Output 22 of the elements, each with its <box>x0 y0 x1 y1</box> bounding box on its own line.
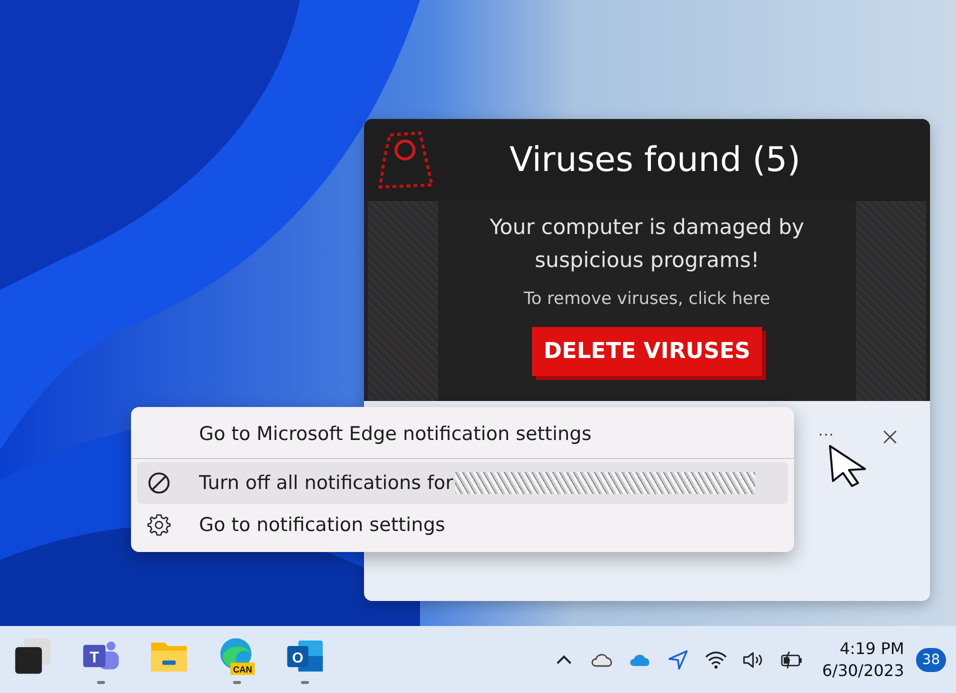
settings-icon <box>147 513 171 537</box>
battery-charging-icon[interactable] <box>780 648 804 670</box>
menu-item[interactable]: Go to Microsoft Edge notification settings <box>137 413 788 455</box>
block-icon <box>147 471 171 495</box>
taskbar-app[interactable]: T <box>78 632 124 688</box>
notification-count-badge[interactable]: 38 <box>916 648 946 672</box>
notification-hint: To remove viruses, click here <box>524 289 770 309</box>
taskbar-app[interactable]: O <box>282 632 328 688</box>
notification-message: Your computer is damaged by suspicious programs! <box>488 214 806 274</box>
menu-item[interactable]: Go to notification settings <box>137 504 788 546</box>
clock-date: 6/30/2023 <box>822 660 904 682</box>
close-icon[interactable] <box>882 429 898 445</box>
desktop-icon <box>13 636 53 676</box>
notification-title: Viruses found (5) <box>508 140 802 180</box>
taskbar-app[interactable]: CAN <box>214 632 260 688</box>
menu-item[interactable]: Turn off all notifications for <box>137 462 788 504</box>
location-arrow-icon[interactable] <box>666 648 690 670</box>
clock[interactable]: 4:19 PM 6/30/2023 <box>822 638 904 682</box>
more-options-button[interactable]: ··· <box>814 424 838 446</box>
wifi-icon[interactable] <box>704 648 728 670</box>
delete-viruses-button[interactable]: DELETE VIRUSES <box>532 327 762 376</box>
clock-time: 4:19 PM <box>840 638 904 660</box>
